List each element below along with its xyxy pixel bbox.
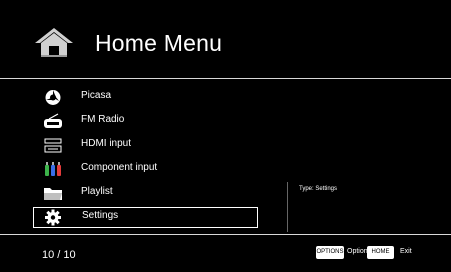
menu-item-settings[interactable]: Settings [33,207,258,228]
menu-item-component-input[interactable]: Component input [33,159,258,180]
footer-divider [0,234,451,235]
component-icon [45,162,61,176]
info-divider [287,182,288,232]
picasa-icon [45,90,61,105]
options-key-label: Option [347,248,368,255]
menu-item-label: Component input [81,162,158,173]
hdmi-icon [44,138,62,153]
menu-item-playlist[interactable]: Playlist [33,183,258,204]
folder-icon [44,188,62,200]
gear-icon [45,209,61,226]
menu-item-picasa[interactable]: Picasa [33,87,258,108]
header-divider [0,78,451,79]
menu-item-hdmi-input[interactable]: HDMI input [33,135,258,156]
menu-item-fm-radio[interactable]: FM Radio [33,111,258,132]
menu-item-label: FM Radio [81,114,125,125]
radio-icon [44,113,62,128]
options-key[interactable]: OPTIONS [316,246,344,259]
menu-item-label: Picasa [81,90,112,101]
home-key[interactable]: HOME [367,246,394,259]
menu-item-label: Playlist [81,186,113,197]
menu-item-label: Settings [82,210,119,221]
info-type-text: Type: Settings [299,186,338,192]
menu-item-label: HDMI input [81,138,132,149]
header: Home Menu [0,0,451,78]
home-key-label: Exit [400,248,412,255]
home-icon [35,28,73,57]
page-title: Home Menu [95,30,223,56]
item-count: 10 / 10 [42,249,76,261]
